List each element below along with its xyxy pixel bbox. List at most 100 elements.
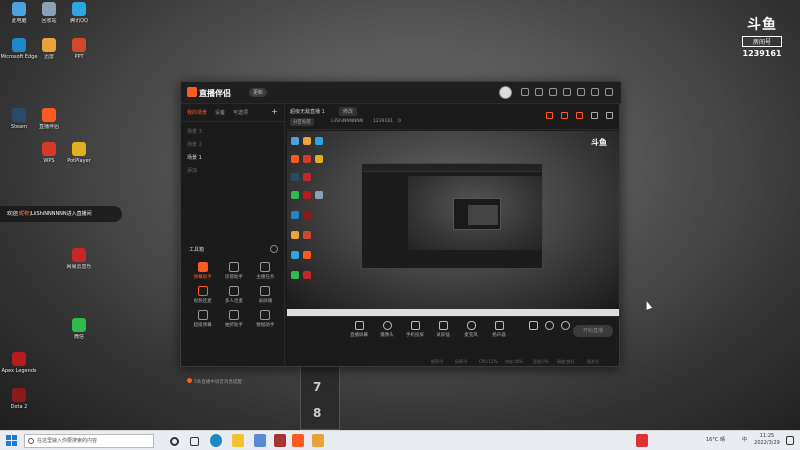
- start-button[interactable]: [6, 435, 18, 447]
- phone-icon: [410, 321, 420, 330]
- desktop-icon[interactable]: 网易云音乐: [60, 248, 98, 278]
- status-fps: 帧率:0: [431, 359, 443, 364]
- add-scene-icon[interactable]: +: [271, 108, 278, 116]
- desktop-icon[interactable]: PotPlayer: [60, 142, 98, 172]
- room-label: 房间号: [742, 36, 782, 47]
- tool-data[interactable]: 数据助手: [250, 310, 281, 328]
- potplayer-icon: [72, 142, 86, 156]
- danmaku-icon: [197, 262, 208, 272]
- maximize-icon[interactable]: [591, 88, 599, 96]
- microphone-button[interactable]: 麦克风: [459, 321, 483, 338]
- record-plugin-button[interactable]: 录屏插: [431, 321, 455, 338]
- gift-icon[interactable]: [546, 112, 553, 119]
- tool-lottery[interactable]: 抽奖助手: [218, 310, 249, 328]
- skin-icon[interactable]: [535, 88, 543, 96]
- gpu-taskbar-icon[interactable]: [274, 434, 286, 447]
- edge-taskbar-icon[interactable]: [210, 434, 222, 447]
- multi-link-icon: [228, 286, 239, 296]
- edit-title-button[interactable]: 修改: [339, 107, 358, 116]
- tab-options[interactable]: 可选项: [233, 109, 248, 116]
- scene-item[interactable]: 场景 2: [187, 139, 278, 152]
- status-version: 版本号: [587, 359, 599, 364]
- desktop-icon[interactable]: PPT: [60, 38, 98, 68]
- cortana-icon[interactable]: [170, 437, 179, 446]
- status-drop: 丢帧:0%: [533, 359, 549, 364]
- preview-icon: [315, 137, 323, 145]
- user-name: LiiShiNNNNNN: [331, 119, 364, 124]
- control-bar: 直播屏幕 摄像头 手机投屏 录屏插 麦克风 扬声器 开始直播: [285, 316, 621, 346]
- desktop-icon[interactable]: 腾讯QQ: [60, 2, 98, 32]
- search-input[interactable]: 在这里输入你要搜索的内容: [24, 434, 154, 448]
- tool-tasks[interactable]: 主播任务: [250, 262, 281, 280]
- title-bar: 直播伴侣 更新: [181, 82, 621, 104]
- preview-icon: [291, 173, 299, 181]
- alert-dot-icon: [187, 378, 192, 383]
- tab-devices[interactable]: 设备: [215, 109, 225, 116]
- shop-icon[interactable]: [561, 112, 568, 119]
- record-icon: [260, 286, 271, 296]
- toolbox-grid: 弹幕助手 房管助手 主播任务 视频连麦 多人连麦 录屏播 超级弹幕 抽奖助手 数…: [187, 262, 281, 328]
- toolbox-settings-icon[interactable]: [270, 245, 278, 253]
- tool-multi-link[interactable]: 多人连麦: [218, 286, 249, 304]
- desktop-icon[interactable]: 直播伴侣: [30, 108, 68, 138]
- start-live-button[interactable]: 开始直播: [573, 325, 613, 337]
- notification-icon[interactable]: [591, 112, 598, 119]
- monitor-number: 8: [313, 406, 322, 420]
- left-panel: 我的场景 设备 可选项 + 场景 3 场景 2 场景 1 添加 工具箱 弹幕助手…: [181, 104, 285, 385]
- preview-desktop: 斗鱼: [287, 131, 619, 309]
- minimize-icon[interactable]: [577, 88, 585, 96]
- category-button[interactable]: 分区标签: [290, 118, 314, 126]
- task-view-icon[interactable]: [190, 437, 199, 446]
- toast-prefix: 欢迎: [7, 211, 18, 217]
- message-icon[interactable]: [521, 88, 529, 96]
- voice-alert[interactable]: 5条直播中语音消息提醒: [187, 378, 242, 385]
- store-taskbar-icon[interactable]: [254, 434, 266, 447]
- screen-capture-button[interactable]: 直播屏幕: [347, 321, 371, 338]
- desktop-icon[interactable]: Dota 2: [0, 388, 38, 418]
- nested-preview: [408, 176, 542, 250]
- preview-icon: [291, 191, 299, 199]
- live-companion-icon: [42, 108, 56, 122]
- browser-taskbar-icon[interactable]: [636, 434, 648, 447]
- input-language[interactable]: 中: [742, 436, 747, 443]
- tool-video-link[interactable]: 视频连麦: [187, 286, 218, 304]
- weather[interactable]: 16°C 晴: [706, 436, 725, 443]
- wps-icon: [42, 142, 56, 156]
- desktop-icon[interactable]: 微信: [60, 318, 98, 348]
- scene-add[interactable]: 添加: [187, 165, 278, 178]
- desktop-icon[interactable]: Apex Legends: [0, 352, 38, 382]
- microphone-icon: [466, 321, 476, 330]
- notification-center-icon[interactable]: [786, 436, 794, 445]
- preview-icon: [315, 155, 323, 163]
- clock[interactable]: 11:25 2022/3/29: [752, 433, 782, 447]
- preview-icon: [303, 231, 311, 239]
- recycle-bin-icon: [42, 2, 56, 16]
- scene-item-active[interactable]: 场景 1: [187, 152, 278, 165]
- tool-record[interactable]: 录屏播: [250, 286, 281, 304]
- douyu-taskbar-icon[interactable]: [312, 434, 324, 447]
- share-icon[interactable]: [606, 112, 613, 119]
- douyu-watermark: 斗鱼 房间号 1239161: [742, 14, 782, 58]
- tool-super-danmaku[interactable]: 超级弹幕: [187, 310, 218, 328]
- settings-icon[interactable]: [549, 88, 557, 96]
- tool-room-admin[interactable]: 房管助手: [218, 262, 249, 280]
- stream-preview[interactable]: 斗鱼: [287, 131, 619, 316]
- speaker-button[interactable]: 扬声器: [487, 321, 511, 338]
- status-network: 网络:良好: [557, 359, 575, 364]
- version-badge[interactable]: 更新: [249, 88, 268, 97]
- scene-item[interactable]: 场景 3: [187, 126, 278, 139]
- close-icon[interactable]: [605, 88, 613, 96]
- phone-cast-button[interactable]: 手机投屏: [403, 321, 427, 338]
- edge-icon: [12, 38, 26, 52]
- explorer-taskbar-icon[interactable]: [232, 434, 244, 447]
- apex-icon: [12, 352, 26, 366]
- help-icon[interactable]: [563, 88, 571, 96]
- preview-icon: [303, 191, 311, 199]
- fan-icon[interactable]: [576, 112, 583, 119]
- tool-danmaku[interactable]: 弹幕助手: [187, 262, 218, 280]
- tab-my-scenes[interactable]: 我的场景: [187, 109, 207, 116]
- camera-button[interactable]: 摄像头: [375, 321, 399, 338]
- live-companion-taskbar-icon[interactable]: [292, 434, 304, 447]
- computer-icon: [12, 2, 26, 16]
- avatar[interactable]: [499, 86, 512, 99]
